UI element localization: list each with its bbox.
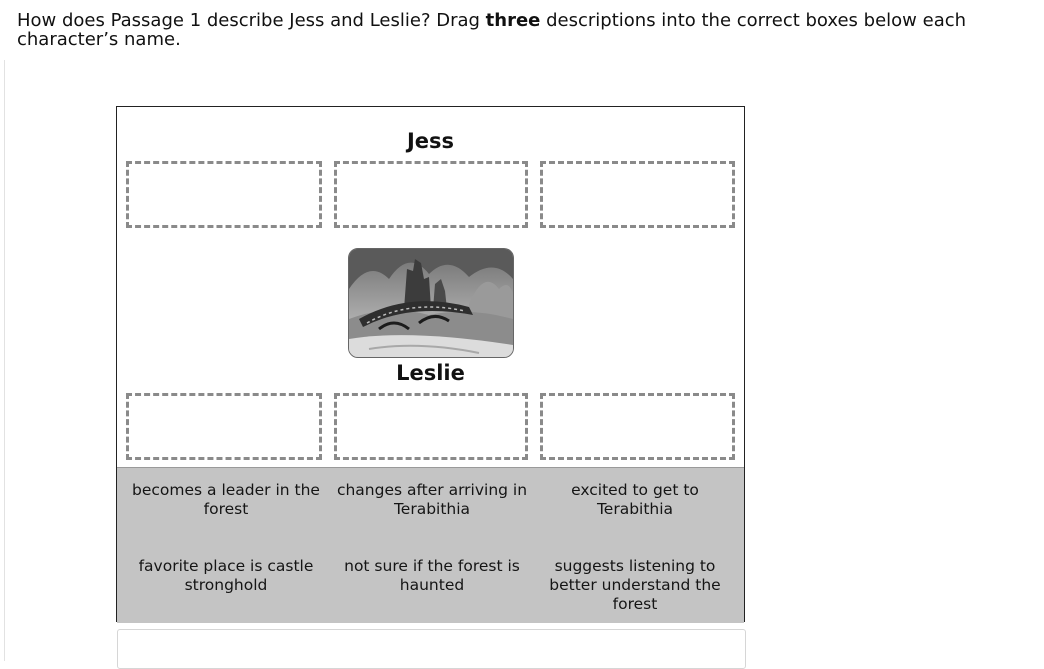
next-response-area [117,629,746,669]
jess-drop-box-3[interactable] [540,161,735,228]
leslie-drop-box-1[interactable] [126,393,322,460]
page-left-border [4,60,5,661]
answer-options-bank: becomes a leader in the forest changes a… [117,467,744,623]
question-emphasis: three [485,10,541,31]
option-suggests-listening[interactable]: suggests listening to better understand … [535,557,735,614]
question-prompt: How does Passage 1 describe Jess and Les… [17,11,1027,49]
question-text-start: How does Passage 1 describe Jess and Les… [17,10,486,31]
option-not-sure-haunted[interactable]: not sure if the forest is haunted [332,557,532,595]
leslie-drop-box-3[interactable] [540,393,735,460]
option-changes-after-arriving[interactable]: changes after arriving in Terabithia [332,481,532,519]
leslie-drop-box-2[interactable] [334,393,528,460]
jess-drop-box-2[interactable] [334,161,528,228]
option-favorite-place[interactable]: favorite place is castle stronghold [126,557,326,595]
drag-drop-panel: Jess Leslie becomes a leader in the fore… [116,106,745,623]
option-excited-to-get[interactable]: excited to get to Terabithia [535,481,735,519]
leslie-heading: Leslie [396,361,465,385]
jess-heading: Jess [406,129,455,153]
bridge-illustration-icon [348,248,514,358]
jess-drop-box-1[interactable] [126,161,322,228]
option-becomes-leader[interactable]: becomes a leader in the forest [126,481,326,519]
